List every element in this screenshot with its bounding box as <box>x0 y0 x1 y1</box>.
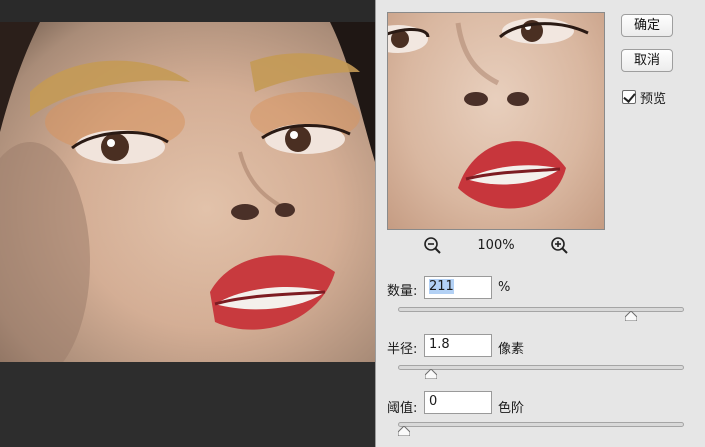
filter-preview-window[interactable] <box>387 12 605 230</box>
portrait-photo <box>0 22 375 362</box>
zoom-in-icon[interactable] <box>550 236 570 256</box>
radius-input[interactable]: 1.8 <box>424 334 492 357</box>
threshold-slider-thumb[interactable] <box>398 426 410 436</box>
radius-slider-thumb[interactable] <box>425 369 438 379</box>
canvas-top-strip <box>0 0 375 22</box>
threshold-label: 阈值: <box>387 401 418 416</box>
unsharp-mask-dialog: 确定 取消 预览 100% 数量: 211 % 半径: 1.8 像素 阈值: 0 <box>375 0 705 447</box>
radius-slider-track[interactable] <box>398 365 684 370</box>
amount-unit: % <box>498 280 511 295</box>
radius-label: 半径: <box>387 342 418 357</box>
preview-checkbox[interactable] <box>622 90 636 104</box>
preview-label: 预览 <box>640 91 667 107</box>
amount-slider-thumb[interactable] <box>625 311 638 321</box>
ok-button[interactable]: 确定 <box>621 14 673 37</box>
amount-slider-track[interactable] <box>398 307 684 312</box>
threshold-unit: 色阶 <box>498 401 525 416</box>
amount-label: 数量: <box>387 284 418 299</box>
preview-image <box>388 18 589 209</box>
document-canvas-photo[interactable] <box>0 22 375 362</box>
canvas-bottom-area <box>0 362 375 447</box>
threshold-slider-track[interactable] <box>398 422 684 427</box>
cancel-button[interactable]: 取消 <box>621 49 673 72</box>
zoom-out-icon[interactable] <box>423 236 443 256</box>
amount-value: 211 <box>429 279 454 294</box>
threshold-input[interactable]: 0 <box>424 391 492 414</box>
amount-input[interactable]: 211 <box>424 276 492 299</box>
preview-toggle[interactable]: 预览 <box>622 88 667 107</box>
radius-unit: 像素 <box>498 342 525 357</box>
zoom-level: 100% <box>477 238 515 253</box>
